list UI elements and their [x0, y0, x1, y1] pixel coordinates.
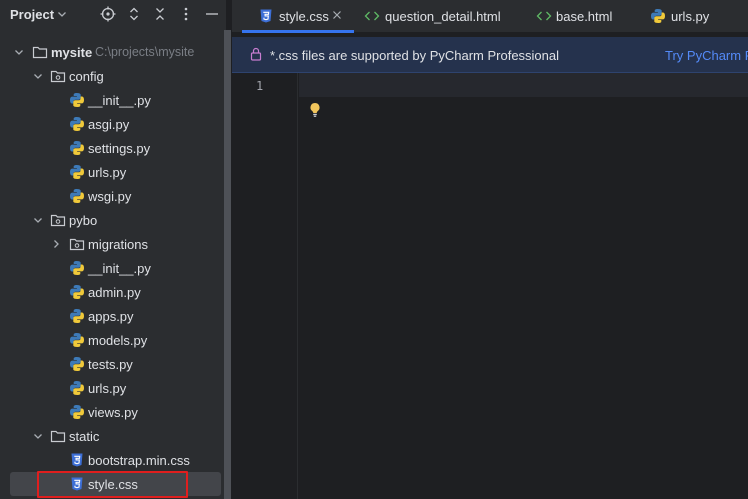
python-file-icon	[69, 188, 85, 204]
tree-item-label: config	[69, 69, 104, 84]
banner-message: *.css files are supported by PyCharm Pro…	[270, 48, 560, 63]
python-file-icon	[69, 332, 85, 348]
tree-item-label: mysite	[51, 45, 93, 60]
tree-item-label: asgi.py	[88, 117, 130, 132]
html-icon	[536, 8, 552, 24]
tree-item-label: models.py	[88, 333, 148, 348]
tree-item-label: urls.py	[88, 381, 127, 396]
tree-item-label: migrations	[88, 237, 148, 252]
tree-row-wsgi[interactable]: wsgi.py	[0, 184, 224, 208]
selection-highlight-box	[37, 471, 188, 498]
options-icon[interactable]	[178, 6, 194, 22]
close-icon[interactable]	[331, 9, 343, 21]
chevron-down-icon[interactable]	[32, 430, 44, 442]
tree-row-mysite[interactable]: mysite C:\projects\mysite	[0, 40, 224, 64]
python-file-icon	[69, 116, 85, 132]
python-icon	[650, 8, 666, 24]
tree-row-settings[interactable]: settings.py	[0, 136, 224, 160]
editor-current-line[interactable]	[299, 73, 748, 97]
tree-item-label: __init__.py	[88, 93, 151, 108]
lightbulb-icon[interactable]	[307, 101, 323, 119]
tree-row-init[interactable]: __init__.py	[0, 256, 224, 280]
css-file-icon	[69, 452, 85, 468]
tree-row-asgi[interactable]: asgi.py	[0, 112, 224, 136]
plugin-banner: *.css files are supported by PyCharm Pro…	[232, 37, 748, 73]
chevron-down-icon[interactable]	[32, 214, 44, 226]
hide-icon[interactable]	[204, 6, 220, 22]
tree-item-label: urls.py	[88, 165, 127, 180]
try-pro-link[interactable]: Try PyCharm Pro	[665, 48, 748, 63]
tab-label: base.html	[556, 9, 613, 24]
tab-style-css[interactable]: style.css	[242, 0, 354, 33]
tree-row-tests[interactable]: tests.py	[0, 352, 224, 376]
python-file-icon	[69, 92, 85, 108]
editor-area: style.css question_detail.html base.html…	[232, 0, 748, 499]
project-scrollbar-thumb[interactable]	[224, 30, 231, 499]
tree-row-urls[interactable]: urls.py	[0, 376, 224, 400]
tree-item-label: views.py	[88, 405, 138, 420]
tree-item-label: wsgi.py	[88, 189, 132, 204]
folder-icon	[50, 428, 66, 444]
project-panel-header: Project	[0, 0, 226, 30]
tree-row-apps[interactable]: apps.py	[0, 304, 224, 328]
python-file-icon	[69, 140, 85, 156]
tree-row-static[interactable]: static	[0, 424, 224, 448]
python-file-icon	[69, 380, 85, 396]
tree-item-label: apps.py	[88, 309, 134, 324]
tree-row-models[interactable]: models.py	[0, 328, 224, 352]
tree-row-pybo[interactable]: pybo	[0, 208, 224, 232]
python-file-icon	[69, 308, 85, 324]
chevron-right-icon[interactable]	[50, 238, 62, 250]
editor-tab-bar: style.css question_detail.html base.html…	[232, 0, 748, 33]
tree-item-label: static	[69, 429, 100, 444]
tab-label: urls.py	[671, 9, 710, 24]
active-tab-indicator	[242, 30, 354, 33]
project-scrollbar[interactable]	[224, 30, 231, 499]
python-file-icon	[69, 356, 85, 372]
tab-base-html[interactable]: base.html	[530, 0, 630, 33]
tree-row-init[interactable]: __init__.py	[0, 88, 224, 112]
package-folder-icon	[50, 68, 66, 84]
tree-item-label: admin.py	[88, 285, 141, 300]
collapse-all-icon[interactable]	[152, 6, 168, 22]
tree-row-urls[interactable]: urls.py	[0, 160, 224, 184]
project-panel-title[interactable]: Project	[10, 7, 54, 22]
locate-icon[interactable]	[100, 6, 116, 22]
tree-item-label: tests.py	[88, 357, 133, 372]
lock-icon	[249, 47, 263, 61]
project-panel: Project mysite C:\projects\mysite config	[0, 0, 226, 499]
python-file-icon	[69, 284, 85, 300]
tree-row-views[interactable]: views.py	[0, 400, 224, 424]
tree-row-bootstrap-min-css[interactable]: bootstrap.min.css	[0, 448, 224, 472]
chevron-down-icon[interactable]	[32, 70, 44, 82]
tab-label: style.css	[279, 9, 329, 24]
tree-row-admin[interactable]: admin.py	[0, 280, 224, 304]
tree-row-config[interactable]: config	[0, 64, 224, 88]
tree-item-label: settings.py	[88, 141, 151, 156]
css-icon	[258, 8, 274, 24]
python-file-icon	[69, 260, 85, 276]
tree-item-label: bootstrap.min.css	[88, 453, 190, 468]
python-file-icon	[69, 164, 85, 180]
editor-gutter: 1	[232, 73, 298, 499]
tab-question-detail-html[interactable]: question_detail.html	[358, 0, 518, 33]
html-icon	[364, 8, 380, 24]
tab-urls-py[interactable]: urls.py	[650, 0, 748, 33]
tree-item-label: __init__.py	[88, 261, 151, 276]
expand-all-icon[interactable]	[126, 6, 142, 22]
line-number: 1	[256, 79, 264, 93]
tab-label: question_detail.html	[385, 9, 501, 24]
tree-row-migrations[interactable]: migrations	[0, 232, 224, 256]
python-file-icon	[69, 404, 85, 420]
tree-item-label: pybo	[69, 213, 98, 228]
chevron-down-icon[interactable]	[13, 46, 25, 58]
package-folder-icon	[69, 236, 85, 252]
tree-item-path: C:\projects\mysite	[95, 45, 195, 59]
package-folder-icon	[50, 212, 66, 228]
chevron-down-icon[interactable]	[56, 8, 68, 20]
folder-icon	[32, 44, 48, 60]
